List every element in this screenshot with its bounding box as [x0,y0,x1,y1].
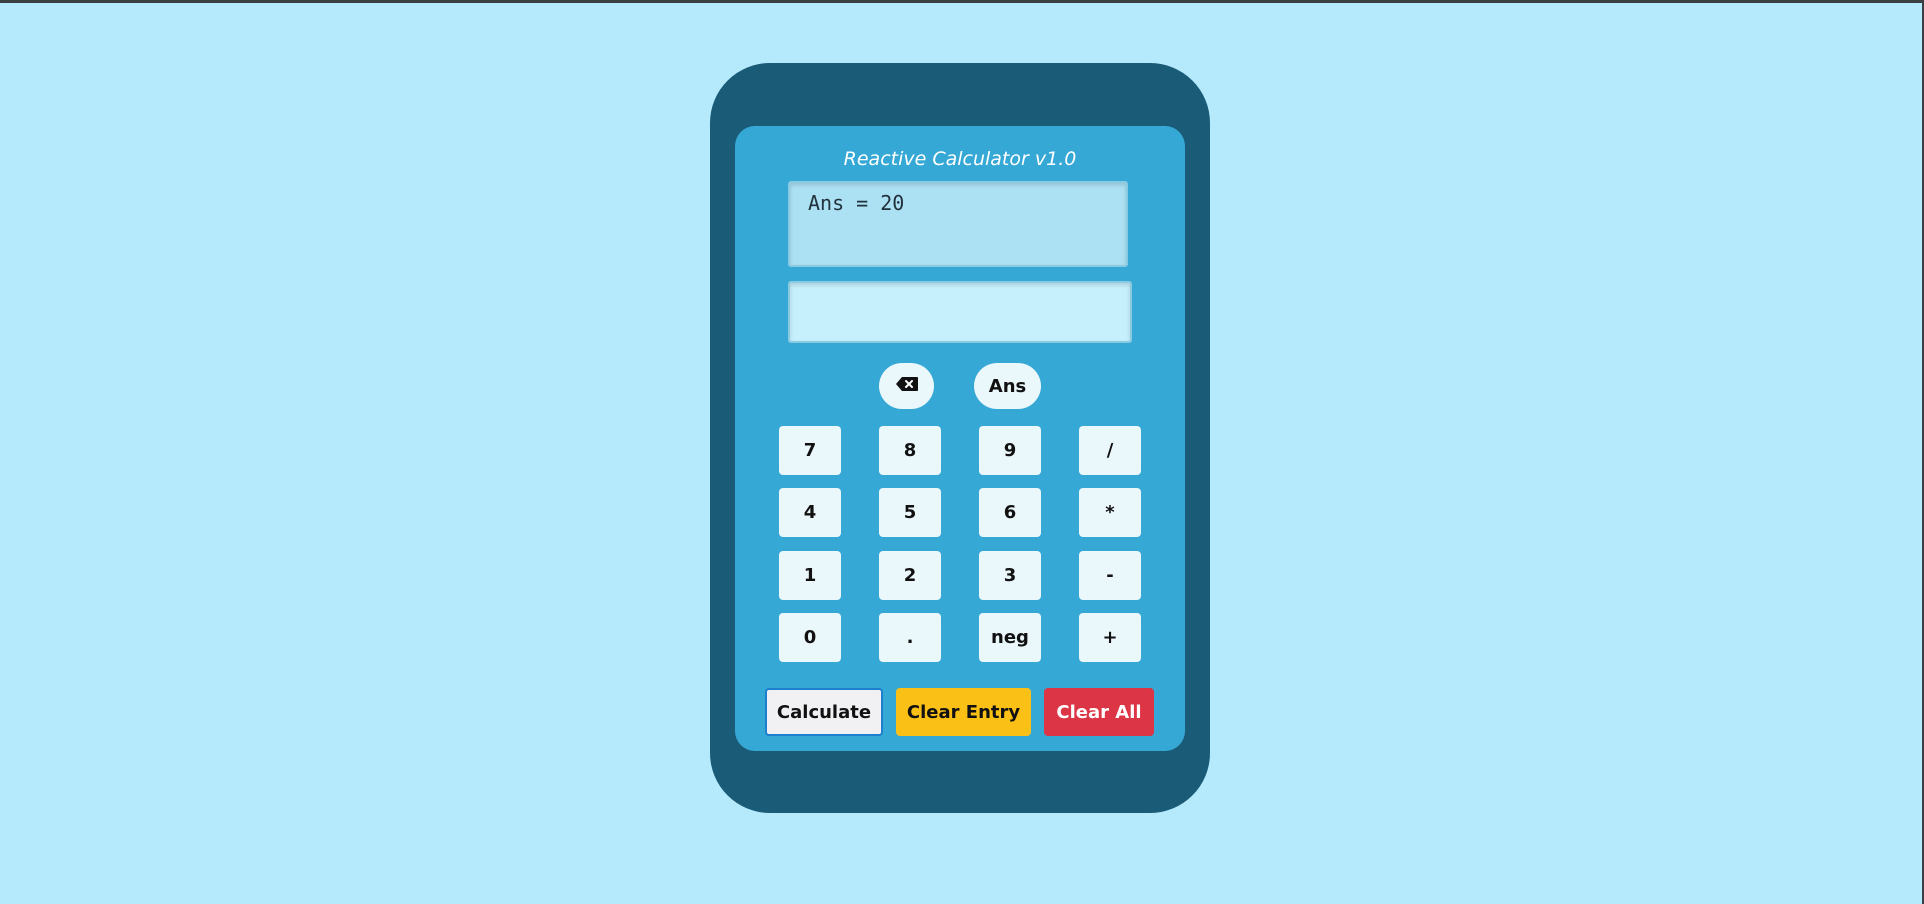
key-subtract[interactable]: - [1079,551,1141,600]
key-2[interactable]: 2 [879,551,941,600]
key-1[interactable]: 1 [779,551,841,600]
backspace-icon [895,376,919,397]
ans-button[interactable]: Ans [974,363,1041,409]
entry-input[interactable] [788,281,1132,343]
app-title: Reactive Calculator v1.0 [843,148,1077,170]
key-7[interactable]: 7 [779,426,841,475]
key-6[interactable]: 6 [979,488,1041,537]
key-decimal[interactable]: . [879,613,941,662]
key-multiply[interactable]: * [1079,488,1141,537]
history-display: Ans = 20 [788,181,1128,267]
key-3[interactable]: 3 [979,551,1041,600]
clear-entry-button[interactable]: Clear Entry [896,688,1031,736]
clear-all-button[interactable]: Clear All [1044,688,1154,736]
backspace-button[interactable] [879,363,934,409]
calculate-button[interactable]: Calculate [765,688,883,736]
key-8[interactable]: 8 [879,426,941,475]
key-4[interactable]: 4 [779,488,841,537]
calculator-panel: Reactive Calculator v1.0 Ans = 20 Ans 7 … [735,126,1185,751]
calculator-shell: Reactive Calculator v1.0 Ans = 20 Ans 7 … [710,63,1210,813]
key-9[interactable]: 9 [979,426,1041,475]
key-5[interactable]: 5 [879,488,941,537]
key-negate[interactable]: neg [979,613,1041,662]
key-add[interactable]: + [1079,613,1141,662]
history-line: Ans = 20 [808,191,905,215]
key-0[interactable]: 0 [779,613,841,662]
key-divide[interactable]: / [1079,426,1141,475]
top-border [0,0,1924,3]
